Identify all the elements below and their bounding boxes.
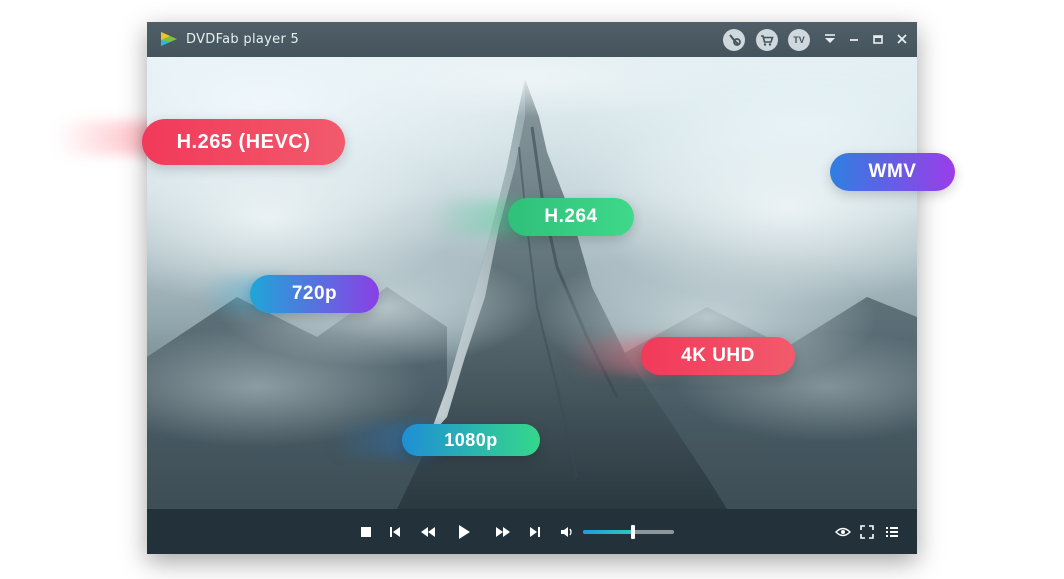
volume-slider[interactable] (583, 525, 674, 539)
playlist-icon[interactable] (885, 525, 899, 539)
dropdown-menu-icon[interactable] (821, 30, 839, 48)
badge-wmv: WMV (830, 153, 955, 191)
volume-slider-fill (583, 530, 634, 534)
rewind-icon[interactable] (419, 525, 437, 539)
app-logo-icon (161, 32, 177, 46)
badge-h265-hevc: H.265 (HEVC) (142, 119, 345, 165)
title-bar[interactable]: DVDFab player 5 TV (147, 22, 917, 57)
badge-1080p: 1080p (402, 424, 540, 456)
play-icon[interactable] (456, 523, 472, 541)
stop-icon[interactable] (359, 525, 373, 539)
previous-icon[interactable] (388, 525, 402, 539)
control-bar (147, 509, 917, 554)
tv-mode-button[interactable]: TV (788, 29, 810, 51)
volume-slider-knob[interactable] (631, 525, 636, 539)
volume-icon[interactable] (560, 525, 576, 539)
maximize-icon[interactable] (869, 30, 887, 48)
eye-icon[interactable] (835, 525, 851, 539)
app-title: DVDFab player 5 (186, 32, 300, 47)
cart-icon[interactable] (756, 29, 778, 51)
minimize-icon[interactable] (845, 30, 863, 48)
fast-forward-icon[interactable] (494, 525, 512, 539)
badge-720p: 720p (250, 275, 379, 313)
fullscreen-icon[interactable] (860, 525, 874, 539)
tools-icon[interactable] (723, 29, 745, 51)
close-icon[interactable] (893, 30, 911, 48)
next-icon[interactable] (528, 525, 542, 539)
badge-4k-uhd: 4K UHD (641, 337, 795, 375)
badge-h264: H.264 (508, 198, 634, 236)
